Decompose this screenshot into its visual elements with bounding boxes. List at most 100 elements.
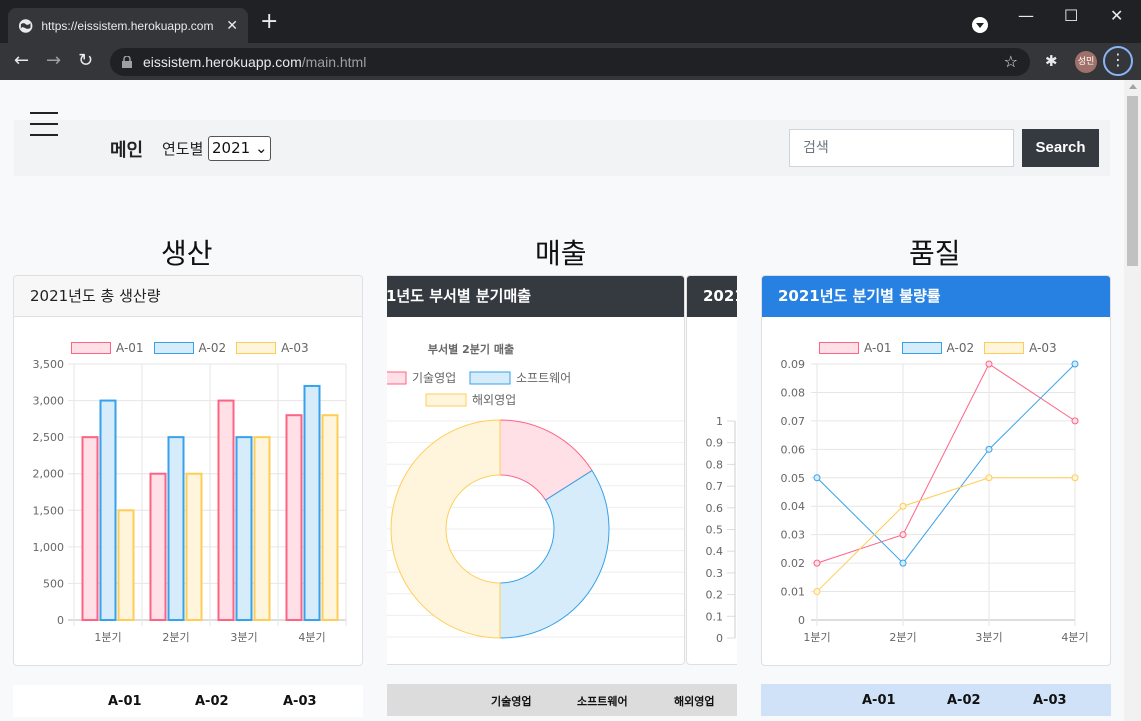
address-bar[interactable]: eissistem.herokuapp.com/main.html ☆ (110, 48, 1030, 76)
table-header-cell: A-03 (283, 694, 317, 709)
nav-main-link[interactable]: 메인 (110, 136, 143, 162)
x-tick-label: 1분기 (803, 631, 830, 644)
sales-doughnut-chart: 부서별 2분기 매출기술영업 소프트웨어해외영업 (387, 342, 684, 639)
data-point (1071, 474, 1079, 482)
y-tick-label: 0.01 (781, 586, 806, 599)
series-line (816, 363, 1076, 564)
y-tick-label: 0.7 (706, 480, 724, 493)
bar (285, 414, 303, 621)
y-tick-label: 0 (57, 614, 64, 627)
tab-close-icon[interactable]: ✕ (226, 18, 238, 34)
y-tick-label: 0.06 (781, 443, 806, 456)
legend-swatch (469, 371, 511, 385)
sales-line-chart: 0 0.1 0.2 0.3 0.4 0.5 0.6 0.7 0.8 0.9 1 (706, 415, 736, 645)
chart-title: 부서별 2분기 매출 (428, 342, 514, 356)
browser-menu-button[interactable]: ⋮ (1103, 46, 1133, 76)
y-tick-label: 0.03 (781, 529, 806, 542)
y-tick-label: 3,500 (33, 358, 65, 371)
profile-avatar[interactable]: 성민 (1075, 51, 1097, 73)
x-tick-label: 1분기 (94, 631, 121, 644)
scrollbar-thumb[interactable] (1127, 96, 1138, 266)
data-point (985, 360, 993, 368)
quality-table-header: A-01 A-02 A-03 (761, 684, 1111, 716)
bar (253, 436, 271, 621)
data-point (899, 559, 907, 567)
legend-label: 소프트웨어 (516, 371, 571, 385)
minimize-button[interactable]: — (1018, 6, 1034, 25)
bar (321, 414, 339, 621)
y-tick-label: 1 (716, 415, 723, 428)
hamburger-menu-icon[interactable] (30, 112, 58, 136)
bar (185, 472, 203, 621)
bar (217, 399, 235, 621)
new-tab-button[interactable]: + (260, 11, 278, 33)
search-button[interactable]: Search (1022, 129, 1099, 167)
url-text: eissistem.herokuapp.com/main.html (143, 54, 366, 70)
y-tick-label: 0.02 (781, 557, 806, 570)
data-point (985, 445, 993, 453)
y-tick-label: 0 (716, 632, 723, 645)
y-tick-label: 500 (43, 577, 64, 590)
y-tick-label: 2,000 (33, 468, 65, 481)
legend-swatch (387, 371, 407, 385)
scroll-up-icon[interactable] (1129, 84, 1137, 89)
browser-tab-bar: https://eissistem.herokuapp.com ✕ + — ☐ … (0, 0, 1141, 43)
y-tick-label: 0.2 (706, 589, 724, 602)
y-tick-label: 0.4 (706, 545, 724, 558)
y-tick-label: 1,500 (33, 504, 65, 517)
production-table-header: A-01 A-02 A-03 (13, 685, 363, 717)
nav-year-label: 연도별 (162, 140, 204, 158)
y-tick-label: 0.08 (781, 386, 806, 399)
bar (167, 436, 185, 621)
maximize-button[interactable]: ☐ (1064, 6, 1078, 25)
url-host: eissistem.herokuapp.com (143, 54, 302, 70)
table-header-cell: A-01 (862, 693, 896, 708)
bookmark-star-icon[interactable]: ☆ (1004, 52, 1018, 71)
sales-table-header: 기술영업 소프트웨어 해외영업 (387, 684, 737, 716)
table-header-cell: A-02 (947, 693, 981, 708)
tab-title: https://eissistem.herokuapp.com (41, 18, 214, 33)
y-tick-label: 0.09 (781, 358, 806, 371)
quality-line-chart: 0 0.01 0.02 0.03 0.04 0.05 0.06 0.07 0.08 0.09 1분기… (781, 358, 1089, 644)
x-tick-label: 3분기 (975, 631, 1002, 644)
y-tick-label: 0.07 (781, 415, 806, 428)
bar (99, 399, 117, 621)
browser-tab[interactable]: https://eissistem.herokuapp.com ✕ (8, 8, 248, 43)
quality-card: 2021년도 분기별 불량률 A-01 A-02 A-03 0 0.01 0.02 0… (761, 275, 1111, 666)
forward-button[interactable]: → (46, 51, 61, 71)
bar (235, 436, 253, 621)
section-title-sales: 매출 (535, 237, 587, 270)
table-header-cell: 해외영업 (674, 695, 715, 708)
y-tick-label: 3,000 (33, 395, 65, 408)
y-tick-label: 0.8 (706, 458, 724, 471)
close-window-button[interactable]: ✕ (1110, 6, 1123, 25)
bar (81, 436, 99, 621)
lock-icon (122, 56, 132, 68)
reload-button[interactable]: ↻ (78, 51, 93, 71)
x-tick-label: 2분기 (889, 631, 916, 644)
page-viewport: 메인 연도별 2021 ⌄ 검색 Search 생산 매출 품질 2021년도 … (0, 80, 1124, 721)
y-tick-label: 0.5 (706, 524, 724, 537)
back-button[interactable]: ← (14, 51, 29, 71)
media-control-icon[interactable] (972, 17, 988, 33)
table-header-cell: A-01 (108, 694, 142, 709)
table-header-cell: 소프트웨어 (577, 695, 628, 708)
data-point (813, 559, 821, 567)
sales-carousel: 1년도 부서별 분기매출 부서별 2분기 매출 기술영업 소프트웨어 해외영업 202… (387, 275, 737, 666)
search-input[interactable]: 검색 (789, 129, 1014, 167)
table-header-cell: 기술영업 (491, 695, 532, 708)
production-card: 2021년도 총 생산량 A-01 A-02 A-03 0 500 1,000 1,5… (13, 275, 363, 666)
bar (149, 472, 167, 621)
table-header-cell: A-03 (1033, 693, 1067, 708)
data-point (813, 588, 821, 596)
production-bar-chart: 0 500 1,000 1,500 2,000 2,500 3,000 3,500 1분기 2분기… (33, 358, 347, 644)
y-tick-label: 0.1 (706, 610, 724, 623)
extensions-icon[interactable]: ✱ (1045, 52, 1058, 70)
y-tick-label: 0.04 (781, 500, 806, 513)
page-scrollbar[interactable] (1124, 80, 1141, 721)
y-tick-label: 0.6 (706, 502, 724, 515)
legend-swatch (425, 393, 467, 407)
year-select[interactable]: 2021 ⌄ (208, 136, 271, 161)
browser-toolbar: ← → ↻ eissistem.herokuapp.com/main.html … (0, 43, 1141, 80)
legend-label: 기술영업 (412, 371, 456, 385)
